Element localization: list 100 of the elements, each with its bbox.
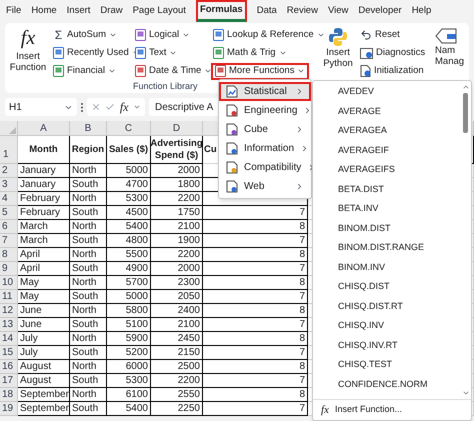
menu-item[interactable]: CHISQ.INV	[313, 316, 461, 336]
ribbon-tab[interactable]: Developer	[358, 0, 402, 22]
table-cell: 2400	[151, 304, 203, 318]
table-cell: South	[70, 206, 107, 220]
ribbon-button[interactable]: Initialization	[360, 62, 422, 80]
confirm-icon[interactable]	[105, 102, 116, 112]
insert-function-button[interactable]: fx Insert Function	[5, 23, 51, 73]
row-header[interactable]: 5	[0, 206, 18, 220]
table-cell: North	[70, 192, 107, 206]
menu-item[interactable]: AVERAGEIF	[313, 140, 461, 160]
caret-icon	[169, 49, 178, 57]
menu-item[interactable]: BETA.INV	[313, 199, 461, 218]
menu-item[interactable]: CHISQ.DIST	[313, 277, 461, 296]
name-manager-button[interactable]: Nam Manag	[427, 23, 464, 67]
ribbon-tab[interactable]: View	[328, 0, 348, 22]
menu-item[interactable]: Web	[219, 177, 311, 196]
table-cell: North	[70, 388, 107, 402]
window-icon	[360, 48, 373, 58]
menu-item[interactable]: BINOM.DIST	[313, 218, 461, 238]
ribbon-tab[interactable]: Review	[286, 0, 318, 22]
row-header[interactable]: 15	[0, 346, 18, 360]
ribbon-tab[interactable]: File	[6, 0, 22, 22]
row-header[interactable]: 4	[0, 192, 18, 206]
menu-item[interactable]: BINOM.INV	[313, 258, 461, 277]
chevron-right-icon	[295, 87, 304, 96]
menu-item[interactable]: Statistical	[219, 82, 311, 101]
ribbon-tab[interactable]: Draw	[100, 0, 123, 22]
row-header[interactable]: 2	[0, 164, 18, 178]
menu-item[interactable]: BINOM.DIST.RANGE	[313, 238, 461, 258]
table-cell: March	[18, 234, 70, 248]
ribbon-tab[interactable]: Home	[31, 0, 57, 22]
table-cell: 2450	[151, 332, 203, 346]
menu-item[interactable]: AVERAGE	[313, 102, 461, 121]
row-header[interactable]: 9	[0, 262, 18, 276]
menu-item[interactable]: Information	[219, 139, 311, 158]
table-cell: 8	[203, 276, 308, 290]
table-cell: April	[18, 248, 70, 262]
column-header[interactable]: D	[151, 121, 203, 136]
caret-icon	[204, 67, 212, 75]
scroll-up-icon[interactable]	[462, 83, 470, 91]
column-header[interactable]: C	[107, 121, 151, 136]
row-header[interactable]: 14	[0, 332, 18, 346]
ribbon-dropdown-button[interactable]: Σ AutoSum	[51, 26, 120, 44]
row-header[interactable]: 1	[0, 136, 18, 164]
scroll-down-icon[interactable]	[462, 389, 470, 397]
ribbon-tab[interactable]: Data	[256, 0, 277, 22]
row-header[interactable]: 6	[0, 220, 18, 234]
table-cell: 4800	[107, 234, 151, 248]
table-cell: South	[70, 178, 107, 192]
name-box[interactable]: H1	[5, 98, 77, 116]
cancel-icon[interactable]	[91, 102, 102, 112]
table-cell: 1900	[151, 234, 203, 248]
menu-item[interactable]: BETA.DIST	[313, 180, 461, 199]
drag-handle-icon[interactable]	[81, 102, 83, 112]
row-header[interactable]: 19	[0, 402, 18, 416]
row-header[interactable]: 17	[0, 374, 18, 388]
table-cell: 6100	[107, 388, 151, 402]
menu-item[interactable]: AVERAGEIFS	[313, 160, 461, 180]
table-cell: North	[70, 220, 107, 234]
table-cell: May	[18, 276, 70, 290]
row-header[interactable]: 13	[0, 318, 18, 332]
table-cell: 2200	[151, 248, 203, 262]
table-cell: 2200	[151, 374, 203, 388]
row-header[interactable]: 7	[0, 234, 18, 248]
menu-item[interactable]: Engineering	[219, 101, 311, 120]
menu-item[interactable]: Cube	[219, 120, 311, 139]
column-header[interactable]: A	[18, 121, 70, 136]
row-header[interactable]: 11	[0, 290, 18, 304]
table-cell: 7	[203, 290, 308, 304]
menu-item[interactable]: fx Insert Function...	[313, 400, 471, 420]
ribbon-dropdown-button[interactable]: Math & Trig	[211, 44, 289, 62]
table-cell: April	[18, 262, 70, 276]
ribbon-tab[interactable]: Page Layout	[132, 0, 186, 22]
table-cell: North	[70, 248, 107, 262]
undo-icon	[360, 29, 372, 41]
row-header[interactable]: 3	[0, 178, 18, 192]
document-icon	[226, 161, 238, 174]
row-header[interactable]: 10	[0, 276, 18, 290]
row-header[interactable]: 12	[0, 304, 18, 318]
menu-item[interactable]: CHISQ.DIST.RT	[313, 296, 461, 316]
ribbon-tab[interactable]: Insert	[66, 0, 90, 22]
python-icon	[328, 27, 348, 47]
ribbon-button[interactable]: Reset	[360, 26, 422, 44]
row-header[interactable]: 8	[0, 248, 18, 262]
column-header[interactable]: B	[70, 121, 107, 136]
caret-icon	[316, 31, 325, 39]
ribbon-tab[interactable]: Help	[412, 0, 432, 22]
menu-item[interactable]: AVEDEV	[313, 82, 461, 102]
row-header[interactable]: 18	[0, 388, 18, 402]
document-icon	[360, 65, 371, 77]
table-cell: South	[70, 318, 107, 332]
table-cell: South	[70, 234, 107, 248]
ribbon-dropdown-button[interactable]: Financial	[51, 62, 118, 80]
menu-item[interactable]: AVERAGEA	[313, 121, 461, 140]
menu-item[interactable]: CHISQ.INV.RT	[313, 336, 461, 355]
row-header[interactable]: 16	[0, 360, 18, 374]
ribbon-dropdown-button[interactable]: Logical	[133, 26, 192, 44]
menu-item[interactable]: CHISQ.TEST	[313, 355, 461, 374]
menu-item[interactable]: CONFIDENCE.NORM	[313, 374, 461, 394]
document-icon	[226, 123, 238, 136]
